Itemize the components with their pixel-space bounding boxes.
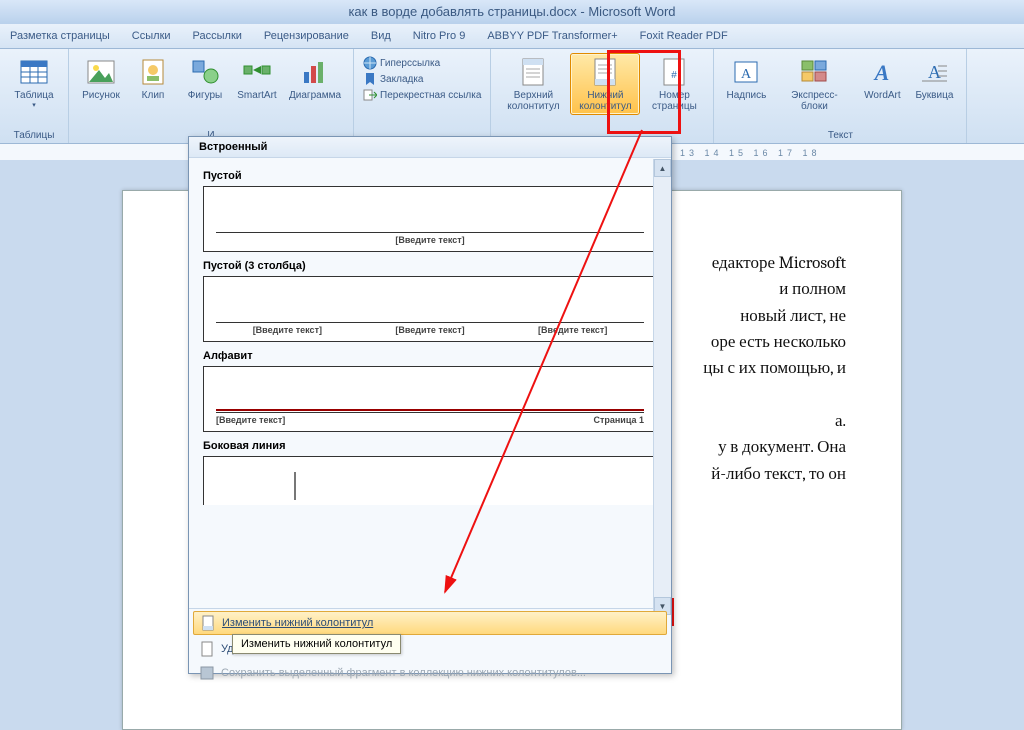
header-label: Верхний колонтитул — [503, 90, 563, 112]
footer-label: Нижний колонтитул — [575, 90, 635, 112]
title-bar: как в ворде добавлять страницы.docx - Mi… — [0, 0, 1024, 24]
bookmark-button[interactable]: Закладка — [360, 71, 426, 87]
smartart-button[interactable]: SmartArt — [232, 53, 282, 104]
crossref-button[interactable]: Перекрестная ссылка — [360, 87, 484, 103]
page-footer-icon — [589, 56, 621, 88]
scroll-up-icon[interactable]: ▲ — [654, 159, 671, 177]
shapes-icon — [189, 56, 221, 88]
wordart-icon: A — [866, 56, 898, 88]
dropcap-icon: A — [918, 56, 950, 88]
picture-label: Рисунок — [82, 90, 120, 101]
placeholder-text: [Введите текст] — [501, 325, 644, 335]
hyperlink-button[interactable]: Гиперссылка — [360, 55, 443, 71]
clip-button[interactable]: Клип — [128, 53, 178, 104]
textbox-button[interactable]: A Надпись — [721, 53, 771, 104]
crossref-icon — [363, 88, 377, 102]
menubar: Разметка страницы Ссылки Рассылки Реценз… — [0, 24, 1024, 49]
save-selection-item: Сохранить выделенный фрагмент в коллекци… — [189, 661, 671, 685]
preset-sideline[interactable] — [203, 456, 657, 505]
menu-abbyy[interactable]: ABBYY PDF Transformer+ — [487, 30, 617, 42]
globe-icon — [363, 56, 377, 70]
preset-alphabet[interactable]: [Введите текст] Страница 1 — [203, 366, 657, 432]
page-label: Страница 1 — [593, 415, 644, 425]
bookmark-icon — [363, 72, 377, 86]
textbox-label: Надпись — [727, 90, 767, 101]
chart-label: Диаграмма — [289, 90, 341, 101]
edit-footer-label: Изменить нижний колонтитул — [222, 617, 373, 629]
save-icon — [199, 665, 215, 681]
page-header-icon — [517, 56, 549, 88]
crossref-label: Перекрестная ссылка — [380, 90, 481, 101]
svg-text:#: # — [672, 70, 678, 81]
menu-mailings[interactable]: Рассылки — [193, 30, 242, 42]
save-label: Сохранить выделенный фрагмент в коллекци… — [221, 667, 586, 679]
preset-blank[interactable]: [Введите текст] — [203, 186, 657, 252]
page-icon — [199, 641, 215, 657]
quickparts-icon — [798, 56, 830, 88]
gallery-header: Встроенный — [189, 137, 671, 158]
table-icon — [18, 56, 50, 88]
chart-icon — [299, 56, 331, 88]
pagenumber-button[interactable]: # Номер страницы — [642, 53, 706, 115]
quickparts-label: Экспресс-блоки — [778, 90, 850, 112]
menu-foxit[interactable]: Foxit Reader PDF — [640, 30, 728, 42]
group-links: Гиперссылка Закладка Перекрестная ссылка — [354, 49, 491, 143]
bookmark-label: Закладка — [380, 74, 423, 85]
placeholder-text: [Введите текст] — [395, 235, 464, 245]
quickparts-button[interactable]: Экспресс-блоки — [773, 53, 855, 115]
ruler-numbers: 13 14 15 16 17 18 — [680, 148, 821, 158]
chart-button[interactable]: Диаграмма — [284, 53, 346, 104]
ribbon: Таблица ▾ Таблицы Рисунок Клип — [0, 49, 1024, 144]
gallery-scrollbar[interactable]: ▲ ▼ — [653, 159, 671, 615]
preset-sideline-label: Боковая линия — [203, 440, 657, 452]
header-button[interactable]: Верхний колонтитул — [498, 53, 568, 115]
preset-3col[interactable]: [Введите текст] [Введите текст] [Введите… — [203, 276, 657, 342]
picture-button[interactable]: Рисунок — [76, 53, 126, 104]
footer-gallery: Встроенный Пустой [Введите текст] Пустой… — [188, 136, 672, 674]
svg-text:A: A — [873, 60, 890, 85]
svg-text:A: A — [741, 67, 752, 82]
hyperlink-label: Гиперссылка — [380, 58, 440, 69]
textbox-icon: A — [730, 56, 762, 88]
page-icon — [200, 615, 216, 631]
preset-3col-label: Пустой (3 столбца) — [203, 260, 657, 272]
dropcap-label: Буквица — [915, 90, 953, 101]
group-tables: Таблица ▾ Таблицы — [0, 49, 69, 143]
wordart-button[interactable]: A WordArt — [857, 53, 907, 104]
shapes-button[interactable]: Фигуры — [180, 53, 230, 104]
preset-blank-label: Пустой — [203, 170, 657, 182]
preset-alphabet-label: Алфавит — [203, 350, 657, 362]
table-label: Таблица — [14, 90, 53, 101]
dropcap-button[interactable]: A Буквица — [909, 53, 959, 104]
menu-page-layout[interactable]: Разметка страницы — [10, 30, 110, 42]
tables-group-label: Таблицы — [14, 128, 55, 141]
chevron-down-icon: ▾ — [32, 101, 36, 109]
smartart-label: SmartArt — [237, 90, 276, 101]
group-headerfooter: Верхний колонтитул Нижний колонтитул # Н… — [491, 49, 714, 143]
clipart-icon — [137, 56, 169, 88]
page-number-icon: # — [658, 56, 690, 88]
table-button[interactable]: Таблица ▾ — [9, 53, 59, 112]
tooltip: Изменить нижний колонтитул — [232, 634, 401, 654]
smartart-icon — [241, 56, 273, 88]
menu-nitro[interactable]: Nitro Pro 9 — [413, 30, 466, 42]
picture-icon — [85, 56, 117, 88]
text-group-label: Текст — [828, 128, 853, 141]
wordart-label: WordArt — [864, 90, 901, 101]
group-text: A Надпись Экспресс-блоки A WordArt — [714, 49, 967, 143]
clip-label: Клип — [142, 90, 165, 101]
menu-view[interactable]: Вид — [371, 30, 391, 42]
placeholder-text: [Введите текст] — [359, 325, 502, 335]
menu-review[interactable]: Рецензирование — [264, 30, 349, 42]
placeholder-text: [Введите текст] — [216, 325, 359, 335]
svg-text:A: A — [928, 62, 941, 82]
footer-button[interactable]: Нижний колонтитул — [570, 53, 640, 115]
placeholder-text: [Введите текст] — [216, 415, 285, 425]
shapes-label: Фигуры — [188, 90, 222, 101]
group-illustrations: Рисунок Клип Фигуры — [69, 49, 354, 143]
menu-references[interactable]: Ссылки — [132, 30, 171, 42]
edit-footer-item[interactable]: Изменить нижний колонтитул — [193, 611, 667, 635]
pageno-label: Номер страницы — [647, 90, 701, 112]
gallery-body: Пустой [Введите текст] Пустой (3 столбца… — [189, 158, 671, 608]
